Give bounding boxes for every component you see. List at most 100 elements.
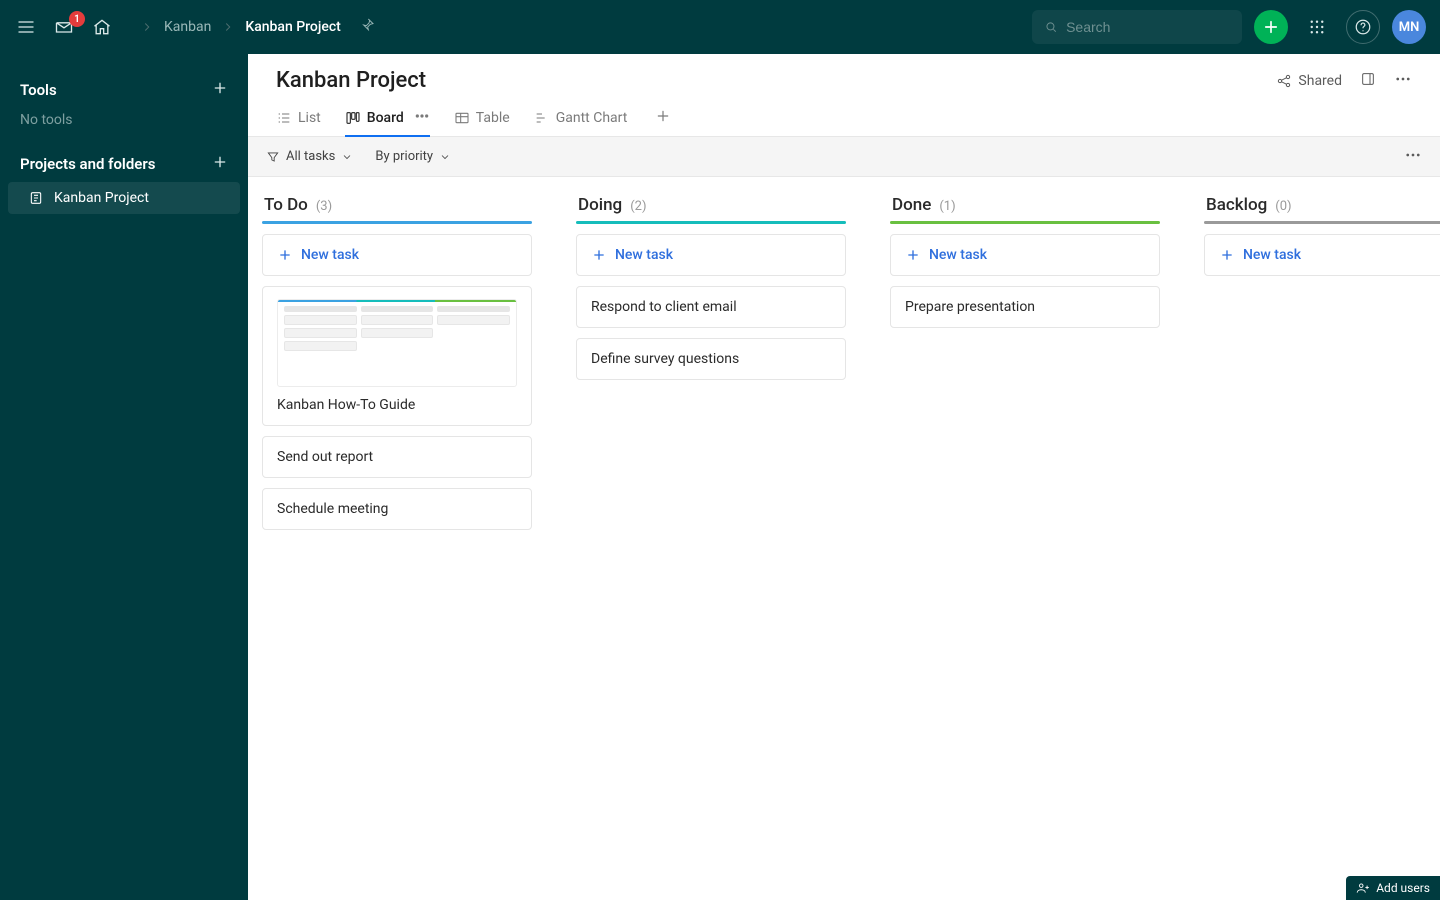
tab-list[interactable]: List <box>276 99 321 136</box>
apps-grid-icon[interactable] <box>1300 10 1334 44</box>
pin-icon[interactable] <box>359 17 375 37</box>
filter-more-icon[interactable] <box>1404 146 1422 168</box>
chevron-down-icon <box>439 151 451 163</box>
tab-list-label: List <box>298 110 321 126</box>
plus-icon <box>905 247 921 263</box>
sidenav-projects-label: Projects and folders <box>20 155 155 173</box>
add-users-button[interactable]: Add users <box>1346 876 1440 900</box>
filter-sort[interactable]: By priority <box>375 149 451 164</box>
tab-board-more-icon[interactable] <box>414 108 430 128</box>
filter-all-tasks-label: All tasks <box>286 149 335 164</box>
column-count: (0) <box>1275 199 1291 214</box>
task-card[interactable]: Send out report <box>262 436 532 478</box>
task-thumbnail <box>277 299 517 387</box>
column-count: (2) <box>630 199 646 214</box>
column-title: Done <box>892 195 931 215</box>
column-todo: To Do (3) New task Kanban How-To Guide Se… <box>262 195 532 878</box>
plus-icon <box>591 247 607 263</box>
side-panel-icon[interactable] <box>1360 71 1376 91</box>
filter-all-tasks[interactable]: All tasks <box>266 149 353 164</box>
task-title: Kanban How-To Guide <box>277 397 415 413</box>
column-count: (1) <box>939 199 955 214</box>
column-accent <box>1204 221 1440 224</box>
add-view-button[interactable] <box>655 108 671 128</box>
column-accent <box>262 221 532 224</box>
avatar[interactable]: MN <box>1392 10 1426 44</box>
task-card[interactable]: Prepare presentation <box>890 286 1160 328</box>
new-task-button[interactable]: New task <box>262 234 532 276</box>
column-title: Backlog <box>1206 195 1267 215</box>
task-card[interactable]: Kanban How-To Guide <box>262 286 532 426</box>
new-task-label: New task <box>615 247 673 263</box>
view-tabs: List Board Table Gantt Chart <box>248 93 1440 137</box>
task-card[interactable]: Define survey questions <box>576 338 846 380</box>
column-title: To Do <box>264 195 308 215</box>
chevron-down-icon <box>341 151 353 163</box>
sidenav-section-tools: Tools <box>0 72 248 108</box>
more-icon[interactable] <box>1394 70 1412 92</box>
tab-gantt-label: Gantt Chart <box>556 110 628 126</box>
new-task-button[interactable]: New task <box>1204 234 1440 276</box>
plus-icon <box>1219 247 1235 263</box>
add-project-button[interactable] <box>212 154 228 174</box>
column-backlog: Backlog (0) New task <box>1204 195 1440 878</box>
column-title: Doing <box>578 195 622 215</box>
board[interactable]: To Do (3) New task Kanban How-To Guide Se… <box>248 177 1440 900</box>
task-title: Define survey questions <box>591 351 739 367</box>
sidenav-no-tools: No tools <box>0 108 248 146</box>
add-users-label: Add users <box>1376 881 1430 895</box>
column-done: Done (1) New task Prepare presentation <box>890 195 1160 878</box>
add-users-icon <box>1356 881 1370 895</box>
tab-table-label: Table <box>476 110 510 126</box>
shared-button[interactable]: Shared <box>1276 73 1342 89</box>
tab-board[interactable]: Board <box>345 99 430 136</box>
topbar: 1 Kanban Kanban Project <box>0 0 1440 54</box>
shared-label: Shared <box>1298 73 1342 89</box>
task-card[interactable]: Schedule meeting <box>262 488 532 530</box>
chevron-right-icon <box>221 20 235 34</box>
filter-sort-label: By priority <box>375 149 433 164</box>
task-title: Prepare presentation <box>905 299 1035 315</box>
project-icon <box>28 190 44 206</box>
breadcrumb-item-kanban[interactable]: Kanban <box>164 19 211 35</box>
sidenav-tools-label: Tools <box>20 81 57 99</box>
tab-board-label: Board <box>367 110 404 126</box>
task-card[interactable]: Respond to client email <box>576 286 846 328</box>
new-task-button[interactable]: New task <box>890 234 1160 276</box>
sidebar-item-kanban-project[interactable]: Kanban Project <box>8 182 240 214</box>
breadcrumb-item-kanban-project[interactable]: Kanban Project <box>245 19 341 35</box>
home-icon[interactable] <box>90 15 114 39</box>
sidebar-item-label: Kanban Project <box>54 190 149 206</box>
plus-icon <box>277 247 293 263</box>
hamburger-icon[interactable] <box>14 15 38 39</box>
help-icon[interactable] <box>1346 10 1380 44</box>
inbox-icon[interactable]: 1 <box>52 15 76 39</box>
sidenav-section-projects: Projects and folders <box>0 146 248 182</box>
filter-icon <box>266 150 280 164</box>
chevron-right-icon <box>140 20 154 34</box>
sidenav: Tools No tools Projects and folders Kanb… <box>0 54 248 900</box>
share-icon <box>1276 73 1292 89</box>
task-title: Respond to client email <box>591 299 737 315</box>
project-header: Kanban Project Shared <box>248 54 1440 93</box>
add-tool-button[interactable] <box>212 80 228 100</box>
create-button[interactable] <box>1254 10 1288 44</box>
column-count: (3) <box>316 199 332 214</box>
breadcrumb: Kanban Kanban Project <box>140 17 375 37</box>
project-title: Kanban Project <box>276 68 426 93</box>
inbox-badge: 1 <box>69 11 85 27</box>
tab-table[interactable]: Table <box>454 99 510 136</box>
column-accent <box>576 221 846 224</box>
tab-gantt[interactable]: Gantt Chart <box>534 99 628 136</box>
new-task-label: New task <box>929 247 987 263</box>
column-doing: Doing (2) New task Respond to client emai… <box>576 195 846 878</box>
search-field[interactable] <box>1066 19 1230 35</box>
column-accent <box>890 221 1160 224</box>
search-input[interactable] <box>1032 10 1242 44</box>
search-icon <box>1044 19 1058 35</box>
filter-bar: All tasks By priority <box>248 137 1440 177</box>
task-title: Send out report <box>277 449 373 465</box>
new-task-label: New task <box>1243 247 1301 263</box>
main: Kanban Project Shared List Board <box>248 54 1440 900</box>
new-task-button[interactable]: New task <box>576 234 846 276</box>
